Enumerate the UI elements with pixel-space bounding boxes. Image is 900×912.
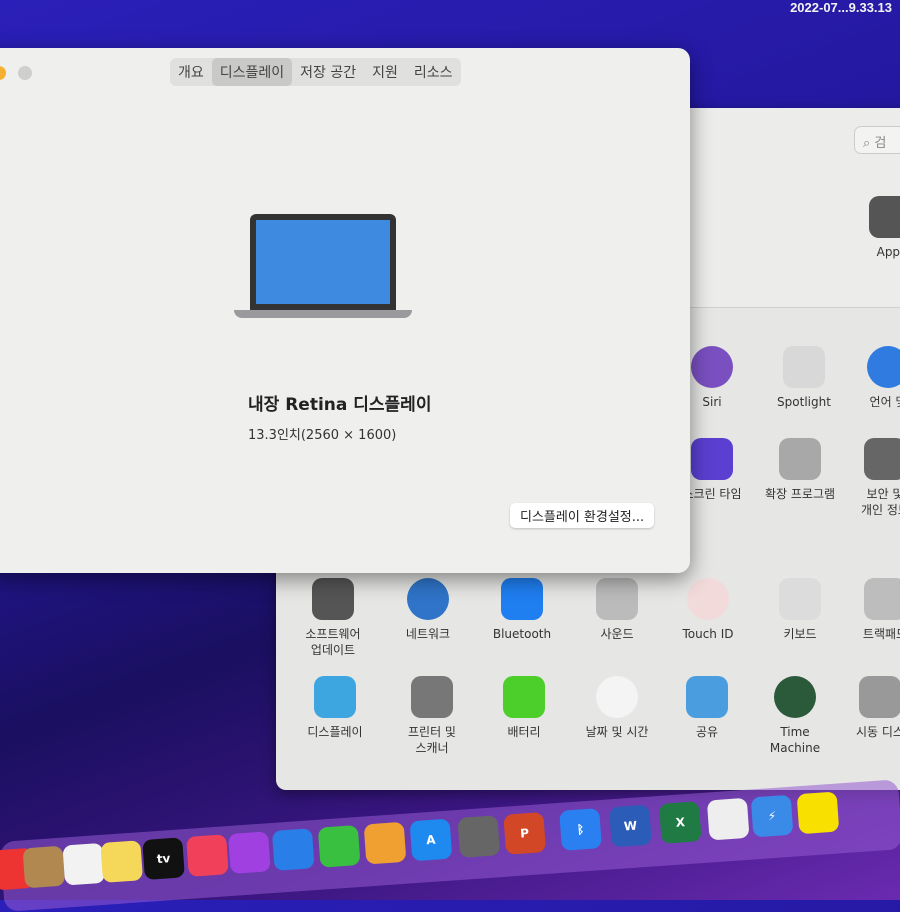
dock-notes[interactable] bbox=[100, 840, 144, 883]
hourglass-icon bbox=[691, 438, 733, 480]
tab-support[interactable]: 지원 bbox=[364, 58, 406, 86]
dock-keynote[interactable] bbox=[271, 828, 315, 871]
clock-icon bbox=[596, 676, 638, 718]
pref-item-label: Siri bbox=[702, 395, 722, 409]
pref-item-flag-globe[interactable]: 언어 및 bbox=[840, 346, 900, 410]
dock-system-preferences[interactable] bbox=[457, 815, 501, 858]
pref-item-label: 네트워크 bbox=[405, 627, 451, 641]
folder-icon bbox=[686, 676, 728, 718]
dock-microsoft-autoupdate[interactable] bbox=[706, 797, 750, 841]
printer-icon bbox=[411, 676, 453, 718]
pref-item-keyboard[interactable]: 키보드 bbox=[752, 578, 848, 642]
pref-item-label: Bluetooth bbox=[492, 627, 552, 641]
pref-item-label: Touch ID bbox=[682, 627, 734, 641]
pref-item-clock[interactable]: 날짜 및 시간 bbox=[569, 676, 665, 740]
pref-item-disk[interactable]: 시동 디스 bbox=[832, 676, 900, 740]
magnifier-icon bbox=[783, 346, 825, 388]
dock-app-store[interactable]: A bbox=[409, 818, 453, 862]
bluetooth-icon bbox=[501, 578, 543, 620]
pref-item-label: 프린터 및 스캐너 bbox=[408, 725, 456, 755]
dock-bluetooth-file-exchange[interactable]: ᛒ bbox=[559, 808, 602, 851]
zoom-button[interactable] bbox=[18, 66, 32, 80]
tab-resources[interactable]: 리소스 bbox=[406, 58, 461, 86]
apple-id-item[interactable]: Appl bbox=[842, 196, 900, 260]
globe-icon bbox=[407, 578, 449, 620]
dock-tv[interactable]: tv bbox=[142, 837, 185, 880]
disk-icon bbox=[859, 676, 900, 718]
screenshot-timestamp: 2022-07...9.33.13 bbox=[790, 0, 892, 15]
pref-item-label: 디스플레이 bbox=[307, 725, 363, 739]
gear-icon bbox=[312, 578, 354, 620]
dock-pages[interactable] bbox=[363, 821, 407, 865]
search-placeholder: 검 bbox=[874, 136, 887, 151]
trackpad-icon bbox=[864, 578, 900, 620]
house-lock-icon bbox=[864, 438, 900, 480]
fingerprint-icon bbox=[687, 578, 729, 620]
pref-item-label: 키보드 bbox=[783, 627, 817, 641]
tab-storage[interactable]: 저장 공간 bbox=[292, 58, 364, 86]
dock-music[interactable] bbox=[186, 834, 229, 877]
puzzle-icon bbox=[779, 438, 821, 480]
speaker-icon bbox=[596, 578, 638, 620]
dock-reminders[interactable] bbox=[62, 842, 106, 886]
display-icon bbox=[314, 676, 356, 718]
time-machine-icon bbox=[774, 676, 816, 718]
dock-contacts[interactable] bbox=[22, 845, 66, 889]
flag-globe-icon bbox=[867, 346, 900, 388]
pref-item-puzzle[interactable]: 확장 프로그램 bbox=[752, 438, 848, 502]
search-icon: ⌕ bbox=[863, 136, 875, 151]
pref-item-speaker[interactable]: 사운드 bbox=[569, 578, 665, 642]
pref-item-label: 트랙패드 bbox=[862, 627, 900, 641]
pref-item-label: Spotlight bbox=[777, 395, 831, 409]
dock-kakaotalk[interactable] bbox=[796, 791, 840, 835]
dock-numbers[interactable] bbox=[317, 825, 361, 868]
pref-item-fingerprint[interactable]: Touch ID bbox=[660, 578, 756, 642]
apple-id-icon bbox=[869, 196, 900, 238]
keyboard-icon bbox=[779, 578, 821, 620]
pref-item-label: 확장 프로그램 bbox=[764, 487, 836, 501]
about-this-mac-window: 개요 디스플레이 저장 공간 지원 리소스 내장 Retina 디스플레이 13… bbox=[0, 48, 690, 573]
pref-item-label: 언어 및 bbox=[869, 395, 900, 409]
dock-thunderbolt-app[interactable]: ⚡ bbox=[750, 794, 794, 838]
pref-item-label: 스크린 타임 bbox=[682, 487, 742, 501]
dock: tv A P ᛒ W X ⚡ bbox=[0, 779, 900, 912]
dock-word[interactable]: W bbox=[609, 804, 652, 848]
display-name: 내장 Retina 디스플레이 bbox=[248, 395, 432, 415]
pref-item-battery[interactable]: 배터리 bbox=[476, 676, 572, 740]
pref-item-display[interactable]: 디스플레이 bbox=[287, 676, 383, 740]
pref-item-printer[interactable]: 프린터 및 스캐너 bbox=[384, 676, 480, 756]
laptop-illustration bbox=[234, 214, 412, 318]
pref-item-label: 사운드 bbox=[600, 627, 634, 641]
tab-displays[interactable]: 디스플레이 bbox=[211, 58, 293, 86]
dock-powerpoint[interactable]: P bbox=[503, 812, 547, 855]
battery-icon bbox=[503, 676, 545, 718]
pref-item-bluetooth[interactable]: Bluetooth bbox=[474, 578, 570, 642]
siri-icon bbox=[691, 346, 733, 388]
display-spec: 13.3인치(2560 × 1600) bbox=[248, 428, 397, 443]
pref-item-label: 소프트웨어 업데이트 bbox=[305, 627, 361, 657]
pref-item-label: 시동 디스 bbox=[856, 725, 900, 739]
pref-item-globe[interactable]: 네트워크 bbox=[380, 578, 476, 642]
pref-item-trackpad[interactable]: 트랙패드 bbox=[837, 578, 900, 642]
minimize-button[interactable] bbox=[0, 66, 6, 80]
pref-item-label: Time Machine bbox=[769, 725, 821, 755]
tab-overview[interactable]: 개요 bbox=[170, 58, 212, 86]
pref-item-time-machine[interactable]: Time Machine bbox=[747, 676, 843, 756]
tab-bar: 개요 디스플레이 저장 공간 지원 리소스 bbox=[170, 58, 461, 86]
pref-item-label: 날짜 및 시간 bbox=[585, 725, 649, 739]
pref-item-magnifier[interactable]: Spotlight bbox=[756, 346, 852, 410]
display-preferences-button[interactable]: 디스플레이 환경설정... bbox=[510, 503, 655, 528]
pref-item-label: 배터리 bbox=[507, 725, 541, 739]
pref-item-label: 공유 bbox=[695, 725, 719, 739]
pref-item-folder[interactable]: 공유 bbox=[659, 676, 755, 740]
dock-excel[interactable]: X bbox=[658, 801, 702, 844]
apple-id-label: Appl bbox=[876, 245, 900, 259]
pref-item-label: 보안 및 개인 정보 bbox=[861, 487, 900, 517]
search-field[interactable]: ⌕ 검 bbox=[854, 126, 900, 154]
pref-item-gear[interactable]: 소프트웨어 업데이트 bbox=[285, 578, 381, 658]
dock-podcasts[interactable] bbox=[228, 831, 271, 874]
pref-item-house-lock[interactable]: 보안 및 개인 정보 bbox=[837, 438, 900, 518]
